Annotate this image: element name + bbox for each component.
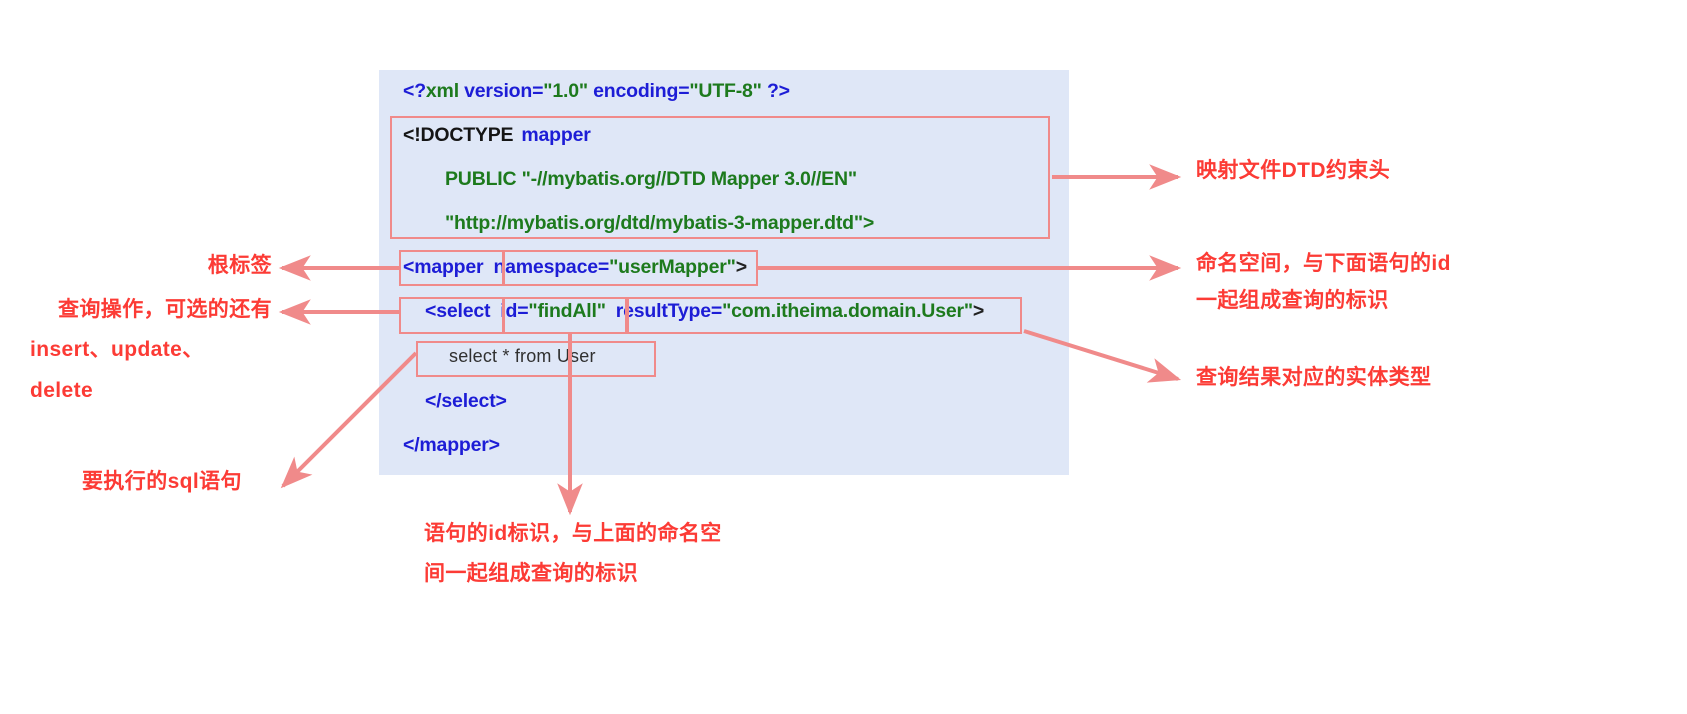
annotation-statement-id-line2: 间一起组成查询的标识 bbox=[424, 562, 638, 585]
mapper-namespace-value: "userMapper" bbox=[609, 256, 736, 278]
annotation-sql-statement: 要执行的sql语句 bbox=[82, 470, 242, 493]
code-line-xml-declaration: <?xml version="1.0" encoding="UTF-8" ?> bbox=[403, 80, 790, 103]
doctype-keyword: <!DOCTYPE bbox=[403, 124, 514, 146]
xml-decl-encoding-value: "UTF-8" bbox=[689, 80, 762, 102]
annotation-dtd-header: 映射文件DTD约束头 bbox=[1196, 159, 1391, 182]
annotation-select-op-line2: insert、update、 bbox=[30, 338, 204, 361]
xml-decl-open: <? bbox=[403, 80, 426, 102]
xml-decl-encoding-attr: encoding= bbox=[587, 80, 690, 102]
xml-code-panel: <?xml version="1.0" encoding="UTF-8" ?> … bbox=[379, 70, 1069, 475]
code-line-system-id: "http://mybatis.org/dtd/mybatis-3-mapper… bbox=[445, 212, 875, 234]
annotation-namespace-line1: 命名空间，与下面语句的id bbox=[1196, 252, 1451, 275]
select-tag: <select bbox=[425, 300, 491, 322]
annotation-select-op-line1: 查询操作，可选的还有 bbox=[58, 298, 272, 321]
code-line-mapper-close: </mapper> bbox=[403, 434, 500, 456]
annotation-select-op-line3: delete bbox=[30, 379, 94, 402]
select-resulttype-value: "com.itheima.domain.User" bbox=[722, 300, 973, 322]
mapper-tag: <mapper bbox=[403, 256, 484, 278]
select-id-attr: id= bbox=[500, 300, 529, 322]
annotation-statement-id-line1: 语句的id标识，与上面的命名空 bbox=[424, 522, 722, 545]
code-line-mapper-open: <mapper namespace="userMapper"> bbox=[403, 256, 747, 279]
mapper-namespace-attr: namespace= bbox=[493, 256, 610, 278]
mapper-open-close: > bbox=[735, 256, 747, 278]
select-resulttype-attr: resultType= bbox=[615, 300, 723, 322]
annotation-result-type: 查询结果对应的实体类型 bbox=[1196, 366, 1432, 389]
xml-decl-version-attr: version= bbox=[458, 80, 544, 102]
select-open-close: > bbox=[972, 300, 985, 322]
code-line-select-open: <select id="findAll" resultType="com.ithei… bbox=[425, 300, 984, 323]
xml-decl-name: xml bbox=[425, 80, 459, 102]
xml-decl-close: ?> bbox=[761, 80, 790, 102]
annotation-namespace-line2: 一起组成查询的标识 bbox=[1196, 289, 1389, 312]
code-line-sql: select * from User bbox=[449, 346, 596, 366]
code-line-doctype: <!DOCTYPE mapper bbox=[403, 124, 591, 147]
select-id-value: "findAll" bbox=[528, 300, 606, 322]
xml-decl-version-value: "1.0" bbox=[543, 80, 588, 102]
code-line-public-id: PUBLIC "-//mybatis.org//DTD Mapper 3.0//… bbox=[445, 168, 857, 190]
doctype-target: mapper bbox=[521, 124, 591, 146]
code-line-select-close: </select> bbox=[425, 390, 507, 412]
annotation-root-tag: 根标签 bbox=[207, 254, 272, 277]
diagram-canvas: <?xml version="1.0" encoding="UTF-8" ?> … bbox=[0, 0, 1687, 714]
